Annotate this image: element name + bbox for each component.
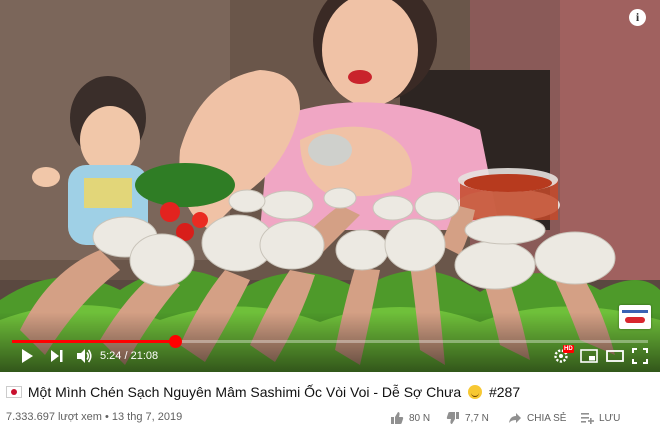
video-title: Một Mình Chén Sạch Nguyên Mâm Sashimi Ốc… <box>6 384 520 400</box>
volume-icon <box>77 349 92 363</box>
dislike-button[interactable]: 7,7 N <box>446 410 489 426</box>
add-to-playlist-icon <box>581 413 594 424</box>
volume-button[interactable] <box>76 348 94 364</box>
view-count-date: 7.333.697 lượt xem • 13 thg 7, 2019 <box>6 411 183 423</box>
like-count: 80 N <box>409 412 431 424</box>
fullscreen-button[interactable] <box>632 348 648 364</box>
watermark-subscribe-shape <box>625 317 645 323</box>
save-label: LƯU <box>599 412 621 424</box>
thumbs-up-icon <box>391 412 404 424</box>
info-icon[interactable]: i <box>629 9 646 26</box>
flag-icon <box>6 386 22 398</box>
grinning-sweat-emoji-icon <box>468 385 483 399</box>
video-player[interactable]: i 5:24 / 21:08 HD <box>0 0 660 372</box>
dislike-count: 7,7 N <box>465 412 489 424</box>
theater-mode-button[interactable] <box>606 348 624 364</box>
progress-played <box>12 340 175 343</box>
save-button[interactable]: LƯU <box>580 410 620 426</box>
thumbs-down-icon <box>446 412 459 424</box>
video-title-text: Một Mình Chén Sạch Nguyên Mâm Sashimi Ốc… <box>27 384 462 400</box>
like-button[interactable]: 80 N <box>390 410 430 426</box>
video-hashtag[interactable]: #287 <box>489 384 520 400</box>
progress-bar[interactable] <box>12 335 648 348</box>
share-arrow-icon <box>509 413 521 423</box>
channel-watermark[interactable] <box>619 305 651 329</box>
share-button[interactable]: CHIA SẺ <box>508 410 566 426</box>
watermark-stripe <box>622 310 648 313</box>
progress-scrubber[interactable] <box>168 335 182 348</box>
hd-badge: HD <box>563 345 574 353</box>
time-display: 5:24 / 21:08 <box>100 350 159 362</box>
skip-next-icon <box>51 350 63 362</box>
share-label: CHIA SẺ <box>527 412 567 424</box>
play-icon <box>22 349 33 363</box>
next-button[interactable] <box>50 348 64 364</box>
miniplayer-button[interactable] <box>580 348 598 364</box>
fullscreen-icon <box>632 348 648 364</box>
miniplayer-icon <box>580 349 598 363</box>
play-button[interactable] <box>20 348 34 364</box>
theater-icon <box>606 350 624 362</box>
